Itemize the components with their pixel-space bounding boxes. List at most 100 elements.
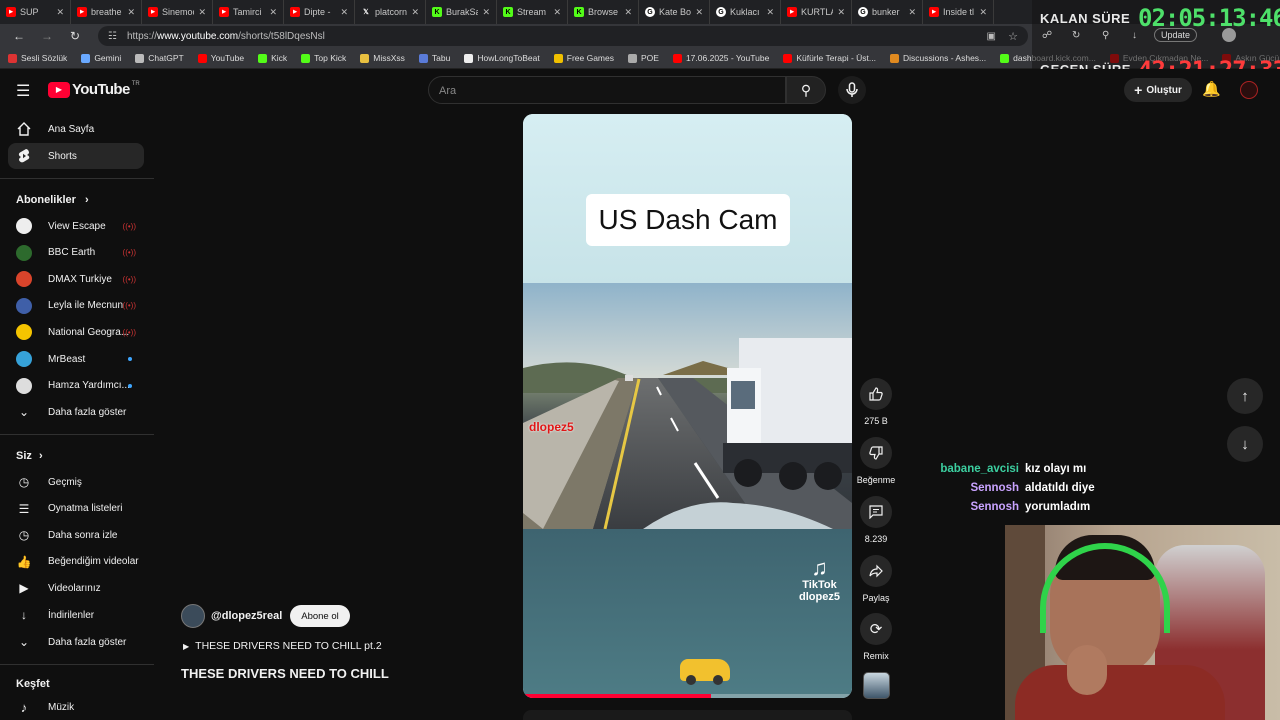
sidebar-you-item[interactable]: ◷ Daha sonra izle [8, 522, 144, 548]
sidebar-subscription-item[interactable]: View Escape ((•)) [8, 213, 144, 239]
you-heading[interactable]: Siz › [16, 450, 43, 462]
search-button[interactable]: ⚲ [786, 76, 826, 104]
sidebar-subscription-item[interactable]: National Geogra... ((•)) [8, 319, 144, 345]
refresh-icon[interactable]: ↻ [1072, 30, 1080, 41]
sidebar-you-item[interactable]: ☰ Oynatma listeleri [8, 496, 144, 522]
download-icon[interactable]: ↓ [1132, 30, 1137, 41]
close-tab-icon[interactable]: ✕ [56, 7, 64, 18]
close-tab-icon[interactable]: ✕ [624, 7, 632, 18]
close-tab-icon[interactable]: ✕ [908, 7, 916, 18]
sidebar-item-music[interactable]: ♪ Müzik [8, 694, 144, 720]
voice-search-button[interactable] [838, 76, 866, 104]
browser-tab[interactable]: ▶ Tamirci ✕ [213, 0, 284, 24]
next-short-button[interactable]: ↓ [1227, 426, 1263, 462]
create-button[interactable]: + Oluştur [1124, 78, 1192, 102]
channel-name[interactable]: @dlopez5real [211, 610, 282, 622]
shorts-video-player[interactable]: US Dash Cam dlopez5 ♫ TikTok dlopez5 [523, 114, 852, 698]
show-more-you[interactable]: ⌄ Daha fazla göster [8, 629, 144, 655]
channel-avatar[interactable] [181, 604, 205, 628]
sidebar-you-item[interactable]: ◷ Geçmiş [8, 469, 144, 495]
close-tab-icon[interactable]: ✕ [766, 7, 774, 18]
bookmark-item[interactable]: POE [628, 53, 659, 63]
browser-tab[interactable]: ▶ Inside tl ✕ [923, 0, 994, 24]
bookmark-item[interactable]: Sesli Sözlük [8, 53, 67, 63]
browser-tab[interactable]: ▶ Sinemoc ✕ [142, 0, 213, 24]
sidebar-subscription-item[interactable]: BBC Earth ((•)) [8, 240, 144, 266]
browser-tab[interactable]: ▶ breathe ✕ [71, 0, 142, 24]
playlist-link[interactable]: ▶ THESE DRIVERS NEED TO CHILL pt.2 [183, 640, 382, 652]
close-tab-icon[interactable]: ✕ [127, 7, 135, 18]
sidebar-item-home[interactable]: Ana Sayfa [8, 116, 144, 142]
forward-icon[interactable]: → [36, 29, 58, 43]
reload-icon[interactable]: ↻ [64, 29, 86, 43]
install-app-icon[interactable]: ▣ [987, 31, 996, 42]
like-button[interactable]: 275 B [856, 378, 896, 426]
extensions-icon[interactable]: ☍ [1042, 30, 1052, 41]
sidebar-subscription-item[interactable]: Leyla ile Mecnun ((•)) [8, 293, 144, 319]
bookmark-item[interactable]: Kick [258, 53, 287, 63]
browser-tab[interactable]: K BurakSa ✕ [426, 0, 497, 24]
browser-tab[interactable]: ▶ Dipte - ✕ [284, 0, 355, 24]
browser-tab[interactable]: K Browse ✕ [568, 0, 639, 24]
browser-tab[interactable]: G Kate Bo ✕ [639, 0, 710, 24]
bookmark-item[interactable]: ChatGPT [135, 53, 184, 63]
bookmark-label: Discussions - Ashes... [903, 53, 987, 63]
sidebar-subscription-item[interactable]: MrBeast [8, 346, 144, 372]
video-progress-bar[interactable] [523, 694, 852, 698]
bookmark-star-icon[interactable]: ☆ [1008, 30, 1018, 43]
tab-search-icon[interactable]: ⚲ [1102, 30, 1109, 41]
back-icon[interactable]: ← [8, 29, 30, 43]
bookmark-item[interactable]: Tabu [418, 53, 450, 63]
bookmark-item[interactable]: Top Kick [301, 53, 346, 63]
browser-tab[interactable]: 𝕏platcorn ✕ [355, 0, 426, 24]
kick-tab-icon: K [503, 7, 513, 17]
show-more-subscriptions[interactable]: ⌄ Daha fazla göster [8, 399, 144, 425]
account-avatar[interactable] [1240, 81, 1258, 99]
sidebar-subscription-item[interactable]: Hamza Yardımcı... [8, 373, 144, 399]
youtube-logo[interactable]: ▶ YouTube TR [48, 81, 140, 98]
subscribe-button[interactable]: Abone ol [290, 605, 350, 627]
notifications-icon[interactable]: 🔔 [1202, 80, 1221, 98]
sound-thumbnail[interactable] [863, 672, 890, 699]
sidebar-you-item[interactable]: ▶ Videolarınız [8, 575, 144, 601]
dislike-button[interactable]: Beğenme [856, 437, 896, 485]
close-tab-icon[interactable]: ✕ [340, 7, 348, 18]
browser-tab[interactable]: G Kuklacı ✕ [710, 0, 781, 24]
close-tab-icon[interactable]: ✕ [837, 7, 845, 18]
close-tab-icon[interactable]: ✕ [269, 7, 277, 18]
close-tab-icon[interactable]: ✕ [411, 7, 419, 18]
bookmark-item[interactable]: Gemini [81, 53, 121, 63]
browser-tab[interactable]: Gbunker ✕ [852, 0, 923, 24]
bookmark-item[interactable]: Discussions - Ashes... [890, 53, 986, 63]
sidebar-item-shorts[interactable]: Shorts [8, 143, 144, 169]
sidebar-you-item[interactable]: ↓ İndirilenler [8, 602, 144, 628]
close-tab-icon[interactable]: ✕ [979, 7, 987, 18]
browser-tab[interactable]: K Stream ✕ [497, 0, 568, 24]
remix-button[interactable]: ⟳ Remix [856, 613, 896, 661]
site-info-icon[interactable]: ☷ [108, 31, 117, 42]
liked-videos-icon: 👍 [16, 554, 32, 569]
bookmark-item[interactable]: YouTube [197, 53, 244, 63]
close-tab-icon[interactable]: ✕ [695, 7, 703, 18]
bookmark-item[interactable]: 17.06.2025 - YouTube [672, 53, 769, 63]
search-input[interactable]: Ara [428, 76, 786, 104]
close-tab-icon[interactable]: ✕ [198, 7, 206, 18]
browser-tab[interactable]: ▶ SUP ✕ [0, 0, 71, 24]
menu-icon[interactable]: ☰ [16, 81, 30, 101]
address-bar[interactable]: ☷ https://www.youtube.com/shorts/t58lDqe… [98, 26, 1028, 46]
sidebar-you-item[interactable]: 👍 Beğendiğim videolar [8, 549, 144, 575]
bookmark-item[interactable]: Küfürle Terapi - Üst... [783, 53, 876, 63]
comments-button[interactable]: 8.239 [856, 496, 896, 544]
bookmark-item[interactable]: Free Games [553, 53, 614, 63]
subscriptions-heading[interactable]: Abonelikler › [16, 194, 89, 206]
close-tab-icon[interactable]: ✕ [482, 7, 490, 18]
previous-short-button[interactable]: ↑ [1227, 378, 1263, 414]
browser-tab[interactable]: ▶ KURTLA ✕ [781, 0, 852, 24]
close-tab-icon[interactable]: ✕ [553, 7, 561, 18]
sidebar-subscription-item[interactable]: DMAX Turkiye ((•)) [8, 266, 144, 292]
tab-title: BurakSa [446, 7, 479, 17]
bookmark-item[interactable]: HowLongToBeat [464, 53, 540, 63]
share-button[interactable]: Paylaş [856, 555, 896, 603]
next-short-preview[interactable] [523, 710, 852, 720]
bookmark-item[interactable]: MissXss [360, 53, 405, 63]
